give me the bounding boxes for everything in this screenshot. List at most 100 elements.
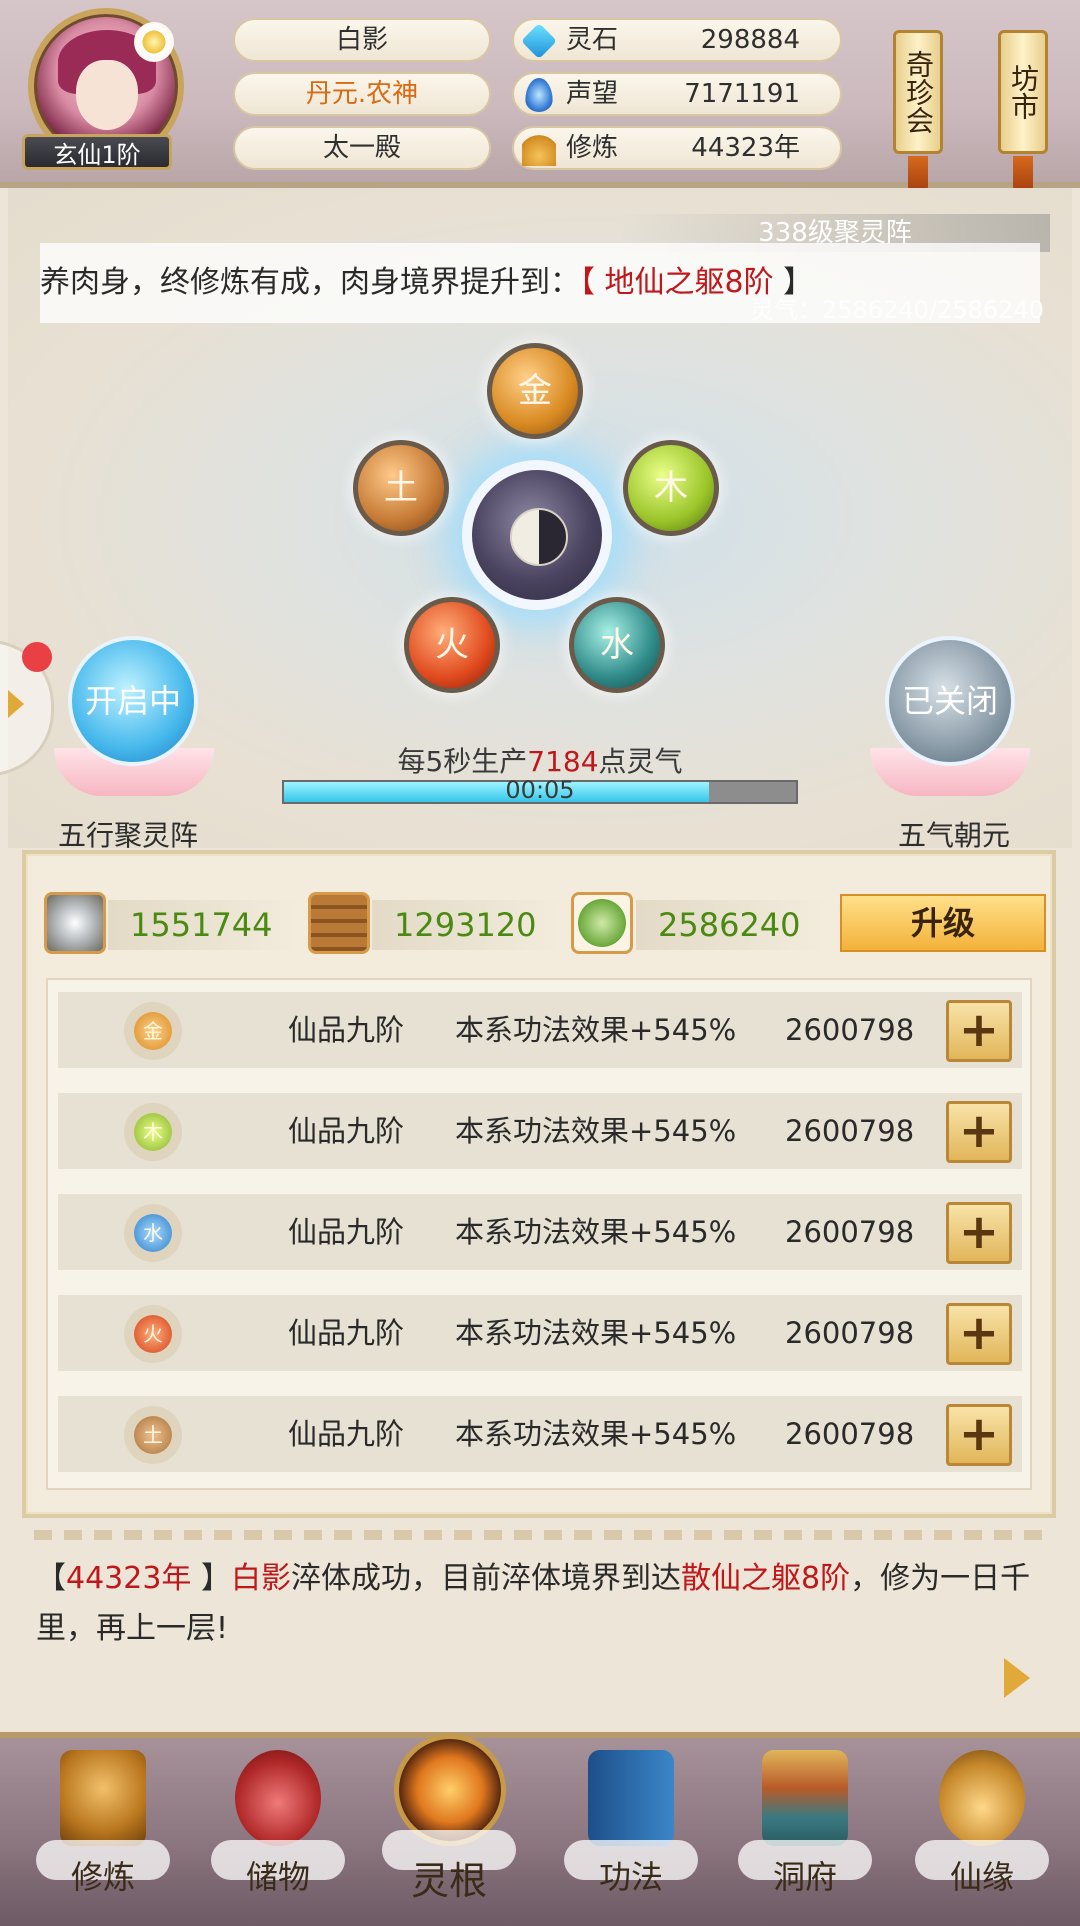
element-effect: 本系功法效果+545% [455, 1417, 737, 1451]
player-title[interactable]: 丹元.农神 [233, 72, 491, 116]
ornament-divider [34, 1530, 1044, 1540]
water-element-icon: 水 [134, 1214, 172, 1252]
earth-element-icon: 土 [134, 1416, 172, 1454]
nav-label: 洞府 [772, 1858, 837, 1896]
notice-bracket: 【 [580, 265, 605, 300]
element-cost: 2600798 [785, 1316, 915, 1350]
production-timer: 00:05 [505, 776, 575, 804]
pavilion-icon [762, 1750, 848, 1846]
five-qi-toggle-label: 五气朝元 [898, 819, 1011, 852]
market-button[interactable]: 坊市 [998, 30, 1048, 154]
treasure-auction-button[interactable]: 奇珍会 [893, 30, 943, 154]
element-row-water: 水 仙品九阶 本系功法效果+545% 2600798 + [58, 1194, 1022, 1270]
stat-value: 44323年 [691, 133, 800, 163]
stat-reputation: 声望 7171191 [512, 72, 842, 116]
log-player-name: 白影 [230, 1561, 291, 1596]
wood-element-icon: 木 [134, 1113, 172, 1151]
element-orb-metal[interactable]: 金 [487, 343, 583, 439]
event-log: 【44323年 】白影淬体成功，目前淬体境界到达散仙之躯8阶，修为一日千里，再上… [36, 1554, 1046, 1654]
production-prefix: 每5秒生产 [397, 745, 528, 778]
metal-element-icon: 金 [134, 1012, 172, 1050]
element-cost: 2600798 [785, 1114, 915, 1148]
stat-label: 声望 [566, 79, 619, 109]
resource-wood-value: 1293120 [372, 900, 564, 950]
nav-cave-abode[interactable]: 洞府 [730, 1740, 880, 1910]
resource-herb-value: 2586240 [636, 900, 828, 950]
nav-label: 灵根 [410, 1859, 487, 1903]
element-cost: 2600798 [785, 1215, 915, 1249]
element-orb-earth[interactable]: 土 [353, 440, 449, 536]
element-grade: 仙品九阶 [288, 1417, 405, 1451]
element-orb-wood[interactable]: 木 [623, 440, 719, 536]
element-grade: 仙品九阶 [288, 1316, 405, 1350]
production-rate: 每5秒生产7184点灵气 [0, 740, 1080, 780]
notice-realm: 地仙之躯8阶 [604, 265, 774, 300]
element-orb-water[interactable]: 水 [569, 597, 665, 693]
nav-spirit-root[interactable]: 灵根 [374, 1730, 524, 1903]
avatar-face [76, 60, 138, 130]
manual-book-icon [588, 1750, 674, 1846]
plus-button[interactable]: + [946, 1202, 1012, 1264]
wood-logs-icon[interactable] [308, 892, 370, 954]
rank-badge: 玄仙1阶 [22, 134, 172, 170]
nav-label: 功法 [598, 1858, 663, 1896]
element-effect: 本系功法效果+545% [455, 1013, 737, 1047]
plus-button[interactable]: + [946, 1404, 1012, 1466]
spirit-stone-icon [520, 22, 558, 60]
array-toggle-label: 五行聚灵阵 [58, 819, 199, 852]
resource-ore-value: 1551744 [108, 900, 300, 950]
herb-icon[interactable] [571, 892, 633, 954]
plus-button[interactable]: + [946, 1303, 1012, 1365]
stat-label: 修炼 [566, 133, 619, 163]
meditation-icon [522, 132, 556, 166]
stat-spirit-stones: 灵石 298884 [512, 18, 842, 62]
nav-techniques[interactable]: 功法 [556, 1740, 706, 1910]
nav-cultivate[interactable]: 修炼 [28, 1740, 178, 1910]
upgrade-button[interactable]: 升级 [840, 894, 1046, 952]
yin-yang-icon [510, 508, 568, 566]
production-value: 7184 [527, 745, 599, 778]
nav-storage[interactable]: 储物 [203, 1740, 353, 1910]
element-effect: 本系功法效果+545% [455, 1215, 737, 1249]
element-row-wood: 木 仙品九阶 本系功法效果+545% 2600798 + [58, 1093, 1022, 1169]
log-bracket: 】 [191, 1561, 231, 1596]
element-row-metal: 金 仙品九阶 本系功法效果+545% 2600798 + [58, 992, 1022, 1068]
element-grade: 仙品九阶 [288, 1215, 405, 1249]
element-effect: 本系功法效果+545% [455, 1114, 737, 1148]
stat-cultivation: 修炼 44323年 [512, 126, 842, 170]
player-sect[interactable]: 太一殿 [233, 126, 491, 170]
element-cost: 2600798 [785, 1417, 915, 1451]
fire-element-icon: 火 [134, 1315, 172, 1353]
element-cost: 2600798 [785, 1013, 915, 1047]
log-year: 44323年 [66, 1561, 192, 1596]
element-row-fire: 火 仙品九阶 本系功法效果+545% 2600798 + [58, 1295, 1022, 1371]
element-effect: 本系功法效果+545% [455, 1316, 737, 1350]
nav-label: 仙缘 [949, 1858, 1014, 1896]
gourd-icon [939, 1750, 1025, 1846]
nav-label: 修炼 [70, 1858, 135, 1896]
treasure-pouch-icon [235, 1750, 321, 1846]
log-text: 淬体成功，目前淬体境界到达 [290, 1561, 681, 1596]
qi-readout: 灵气：2586240/2586240 [750, 296, 1044, 324]
log-bracket: 【 [36, 1561, 66, 1596]
next-arrow-icon[interactable] [1004, 1658, 1030, 1698]
plus-button[interactable]: + [946, 1000, 1012, 1062]
chevron-right-icon [8, 690, 24, 718]
flower-icon [134, 22, 174, 62]
stat-value: 7171191 [684, 79, 800, 109]
log-realm: 散仙之躯8阶 [680, 1561, 851, 1596]
notice-text: 养肉身，终修炼有成，肉身境界提升到： [40, 265, 580, 300]
element-orb-fire[interactable]: 火 [404, 597, 500, 693]
player-name: 白影 [233, 18, 491, 62]
production-suffix: 点灵气 [598, 745, 683, 778]
stat-value: 298884 [700, 25, 800, 55]
plus-button[interactable]: + [946, 1101, 1012, 1163]
nav-label: 储物 [245, 1858, 310, 1896]
nav-immortal-fate[interactable]: 仙缘 [907, 1740, 1057, 1910]
spirit-ore-icon[interactable] [44, 892, 106, 954]
element-grade: 仙品九阶 [288, 1013, 405, 1047]
element-grade: 仙品九阶 [288, 1114, 405, 1148]
stat-label: 灵石 [566, 25, 619, 55]
hooded-monk-icon [60, 1750, 146, 1846]
reputation-crystal-icon [525, 78, 553, 112]
